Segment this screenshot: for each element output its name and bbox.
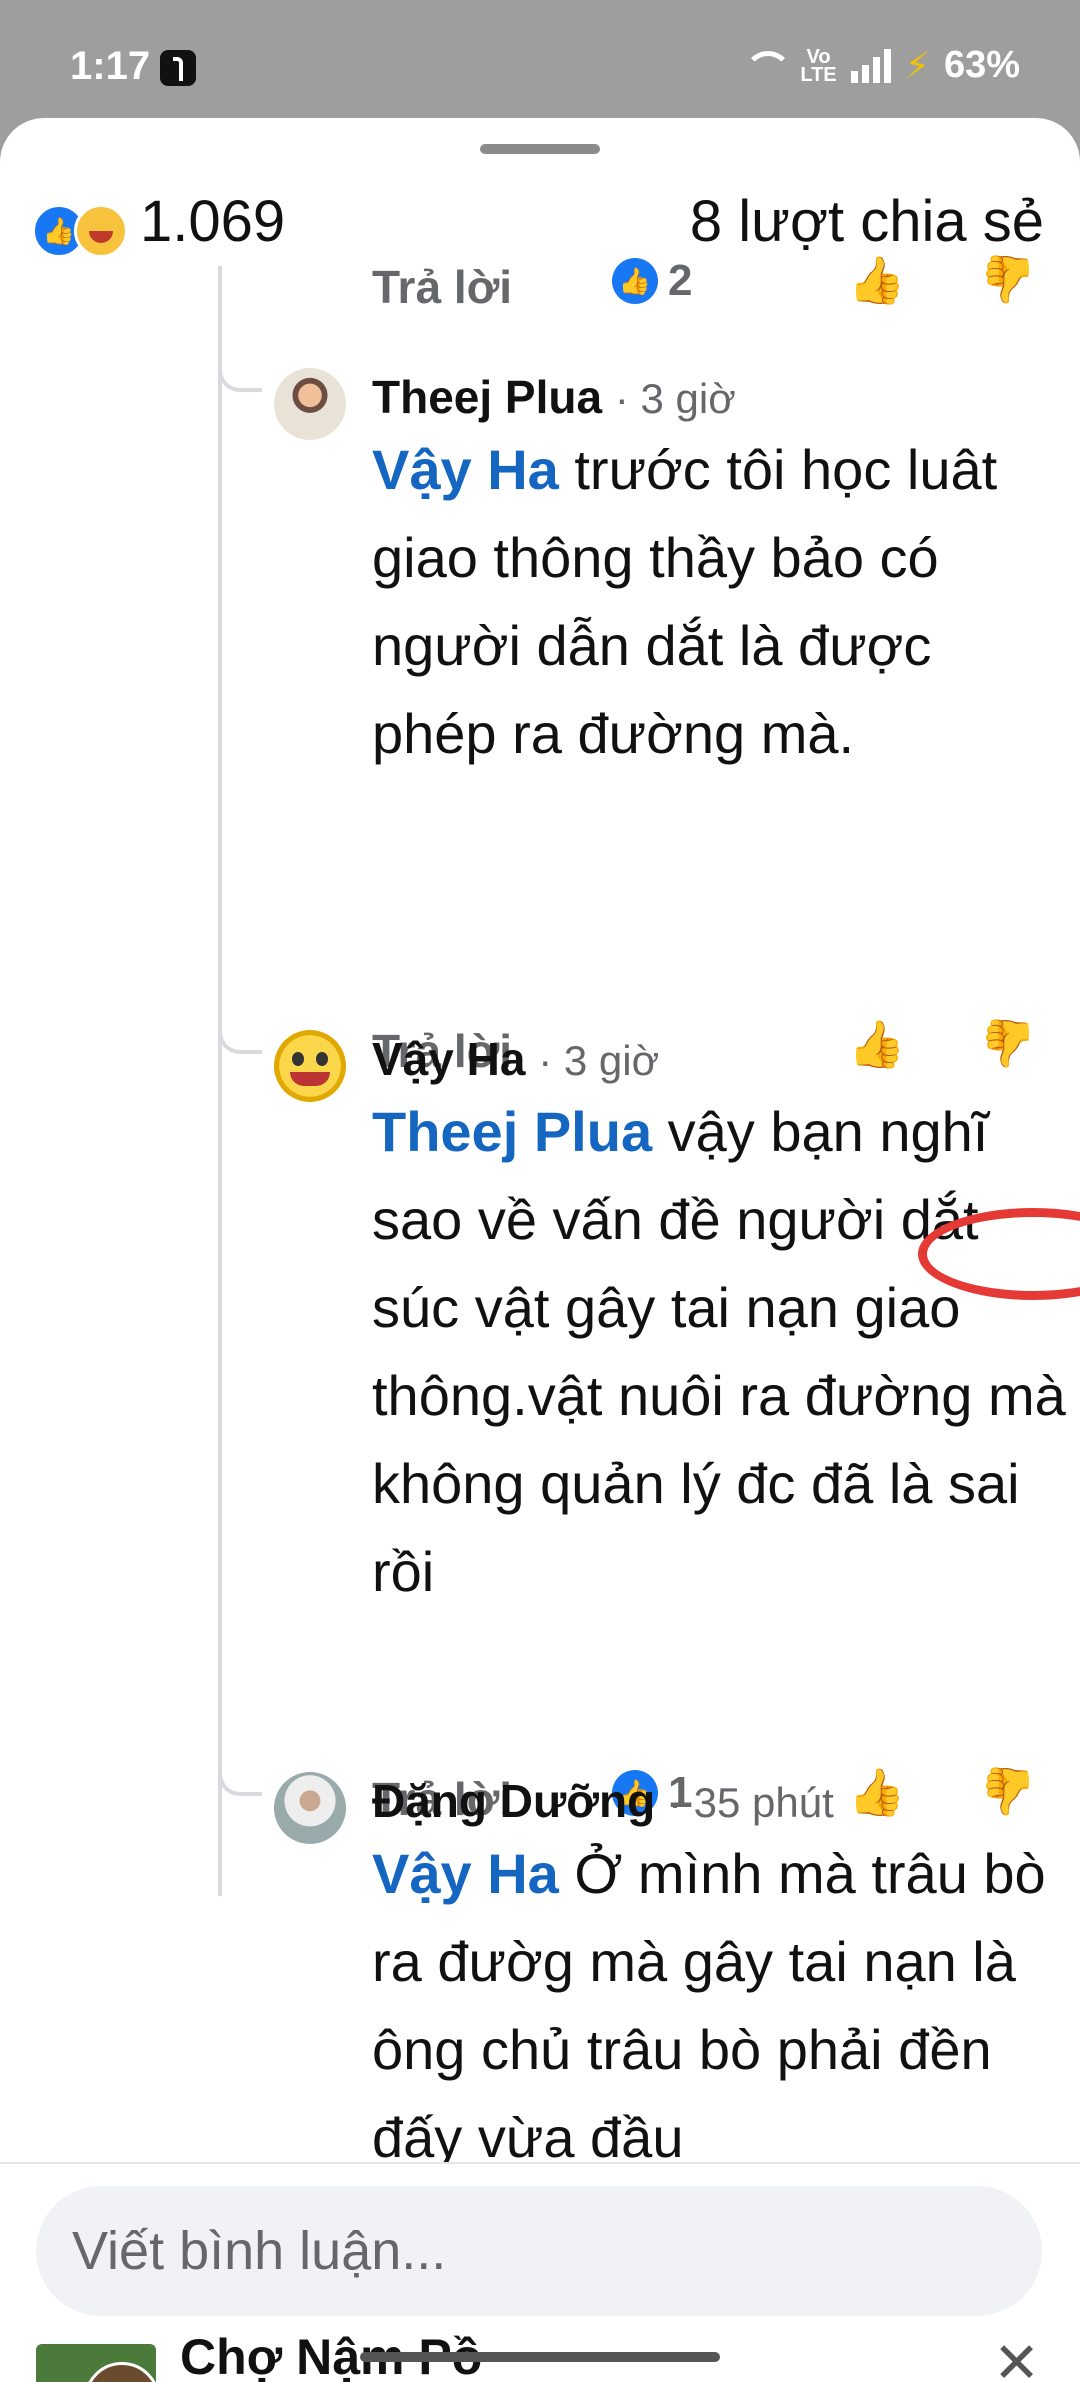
- thread-connector: [218, 1752, 262, 1796]
- reaction-summary[interactable]: 👍 2: [612, 256, 692, 306]
- comment-body: vậy bạn nghĩ sao về vấn đề người dắt súc…: [372, 1100, 1066, 1603]
- downvote-icon[interactable]: 👍: [980, 1018, 1037, 1070]
- avatar[interactable]: [274, 1772, 346, 1844]
- comment-text: Vậy Ha Ở mình mà trâu bò ra đườg mà gây …: [372, 1830, 1072, 2182]
- author-name[interactable]: Theej Plua: [372, 371, 602, 423]
- avatar[interactable]: [274, 1030, 346, 1102]
- downvote-icon[interactable]: 👍: [980, 1766, 1037, 1818]
- reactions-header: 👍 1.069 8 lượt chia sẻ: [0, 178, 1080, 268]
- mention-link[interactable]: Vậy Ha: [372, 438, 559, 501]
- author-name[interactable]: Đặng Dưỡng: [372, 1775, 655, 1827]
- comment-author[interactable]: Theej Plua · 3 giờ: [372, 370, 736, 424]
- thread-line: [218, 266, 222, 1896]
- avatar[interactable]: [274, 368, 346, 440]
- share-count[interactable]: 8 lượt chia sẻ: [690, 188, 1044, 255]
- mention-link[interactable]: Vậy Ha: [372, 1842, 559, 1905]
- comment-time: · 35 phút: [668, 1779, 834, 1826]
- upvote-icon[interactable]: 👍: [848, 254, 905, 306]
- comment-text: Vậy Ha trước tôi học luât giao thông thầ…: [372, 426, 1062, 778]
- comment-input[interactable]: Viết bình luận...: [36, 2186, 1042, 2316]
- drag-handle[interactable]: [480, 144, 600, 154]
- battery-charging-icon: ⚡: [904, 44, 930, 86]
- comment-author[interactable]: Đặng Dưỡng · 35 phút: [372, 1774, 834, 1828]
- status-bar: 1:17 Vo LTE ⚡ 63%: [0, 0, 1080, 120]
- comment-author[interactable]: Vậy Ha · 3 giờ: [372, 1032, 659, 1086]
- tiktok-icon: [160, 50, 196, 86]
- reaction-summary-count: 2: [668, 256, 693, 305]
- home-indicator: [360, 2352, 720, 2362]
- mention-link[interactable]: Theej Plua: [372, 1100, 652, 1163]
- author-name[interactable]: Vậy Ha: [372, 1033, 525, 1085]
- comments-sheet: 👍 1.069 8 lượt chia sẻ Trả lời 👍 2 👍 👍 T…: [0, 118, 1080, 2380]
- comment-time: · 3 giờ: [538, 1037, 660, 1084]
- signal-icon: [850, 48, 891, 83]
- battery-percent: 63%: [943, 44, 1020, 86]
- reply-button[interactable]: Trả lời: [372, 260, 512, 314]
- wifi-icon: [742, 49, 793, 83]
- comment-composer: Viết bình luận... Chợ Nậm Pồ ✕: [0, 2162, 1080, 2382]
- thread-connector: [218, 348, 262, 392]
- upvote-icon[interactable]: 👍: [848, 1018, 905, 1070]
- thread-connector: [218, 1010, 262, 1054]
- close-icon[interactable]: ✕: [993, 2334, 1040, 2382]
- status-time: 1:17: [70, 44, 151, 88]
- volte-icon: Vo LTE: [800, 45, 837, 86]
- like-icon: 👍: [612, 258, 658, 304]
- haha-icon: [74, 204, 128, 258]
- downvote-icon[interactable]: 👍: [980, 254, 1037, 306]
- upvote-icon[interactable]: 👍: [848, 1766, 905, 1818]
- comment-time: · 3 giờ: [614, 375, 736, 422]
- reaction-count[interactable]: 1.069: [140, 188, 285, 255]
- status-indicators: Vo LTE ⚡ 63%: [742, 44, 1020, 87]
- comment-text: Theej Plua vậy bạn nghĩ sao về vấn đề ng…: [372, 1088, 1072, 1616]
- reaction-icons[interactable]: 👍: [32, 200, 132, 258]
